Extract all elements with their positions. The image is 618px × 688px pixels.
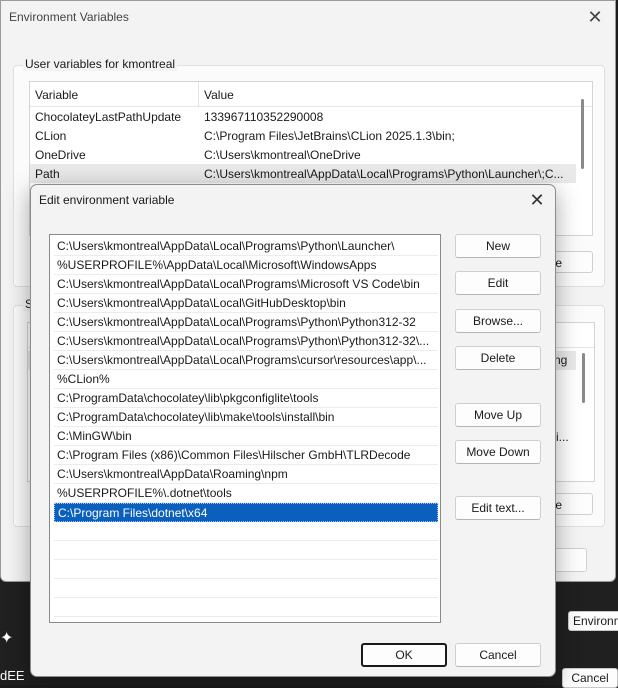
column-divider bbox=[198, 82, 199, 106]
edit-button[interactable]: Edit bbox=[455, 271, 541, 295]
path-text: C:\Users\kmontreal\AppData\Local\Program… bbox=[57, 239, 395, 253]
table-header: Variable Value bbox=[30, 82, 592, 107]
user-variables-scrollbar[interactable] bbox=[581, 99, 584, 169]
variable-value: 133967110352290008 bbox=[204, 110, 324, 124]
background-environment-button[interactable]: Environm bbox=[568, 611, 618, 631]
variable-name: Path bbox=[35, 167, 60, 181]
path-text: C:\ProgramData\chocolatey\lib\make\tools… bbox=[57, 410, 335, 424]
system-variables-scrollbar[interactable] bbox=[582, 353, 585, 403]
path-text: C:\Users\kmontreal\AppData\Local\GitHubD… bbox=[57, 296, 346, 310]
table-row[interactable]: CLion C:\Program Files\JetBrains\CLion 2… bbox=[30, 126, 576, 145]
path-list[interactable]: C:\Users\kmontreal\AppData\Local\Program… bbox=[49, 234, 441, 623]
column-header-value[interactable]: Value bbox=[204, 88, 234, 102]
path-item[interactable]: %USERPROFILE%\.dotnet\tools bbox=[54, 484, 438, 503]
value-fragment: ng bbox=[554, 353, 568, 367]
path-text: C:\ProgramData\chocolatey\lib\pkgconfigl… bbox=[57, 391, 319, 405]
path-text: %USERPROFILE%\AppData\Local\Microsoft\Wi… bbox=[57, 258, 377, 272]
user-variables-label: User variables for kmontreal bbox=[23, 57, 178, 71]
path-text: C:\Program Files\dotnet\x64 bbox=[58, 506, 208, 520]
path-item[interactable]: C:\Users\kmontreal\AppData\Local\Program… bbox=[54, 332, 438, 351]
move-up-button[interactable]: Move Up bbox=[455, 403, 541, 427]
new-button[interactable]: New bbox=[455, 234, 541, 258]
empty-row[interactable] bbox=[54, 541, 438, 560]
sparkle-icon: ✦ bbox=[0, 630, 14, 647]
path-item[interactable]: C:\ProgramData\chocolatey\lib\pkgconfigl… bbox=[54, 389, 438, 408]
path-text: C:\Program Files (x86)\Common Files\Hils… bbox=[57, 448, 411, 462]
ok-button[interactable]: OK bbox=[361, 643, 447, 667]
empty-row[interactable] bbox=[54, 598, 438, 617]
path-text: C:\Users\kmontreal\AppData\Local\Program… bbox=[57, 353, 427, 367]
column-header-variable[interactable]: Variable bbox=[35, 88, 78, 102]
path-text: C:\Users\kmontreal\AppData\Local\Program… bbox=[57, 277, 420, 291]
path-item[interactable]: C:\MinGW\bin bbox=[54, 427, 438, 446]
path-text: C:\Users\kmontreal\AppData\Local\Program… bbox=[57, 315, 416, 329]
browse-button[interactable]: Browse... bbox=[455, 309, 541, 333]
path-item-selected[interactable]: C:\Program Files\dotnet\x64 bbox=[54, 503, 438, 522]
background-text: dEE bbox=[0, 668, 25, 683]
table-row-selected[interactable]: Path C:\Users\kmontreal\AppData\Local\Pr… bbox=[30, 164, 576, 183]
user-delete-button[interactable]: te bbox=[553, 251, 593, 273]
path-item[interactable]: C:\Users\kmontreal\AppData\Local\GitHubD… bbox=[54, 294, 438, 313]
path-text: %USERPROFILE%\.dotnet\tools bbox=[57, 486, 232, 500]
table-row[interactable]: ChocolateyLastPathUpdate 133967110352290… bbox=[30, 107, 576, 126]
empty-row[interactable] bbox=[54, 522, 438, 541]
move-down-button[interactable]: Move Down bbox=[455, 440, 541, 464]
variable-value: C:\Program Files\JetBrains\CLion 2025.1.… bbox=[204, 129, 455, 143]
path-item[interactable]: C:\Users\kmontreal\AppData\Local\Program… bbox=[54, 275, 438, 294]
path-text: C:\Users\kmontreal\AppData\Local\Program… bbox=[57, 334, 430, 348]
path-text: %CLion% bbox=[57, 372, 110, 386]
path-item[interactable]: C:\Users\kmontreal\AppData\Local\Program… bbox=[54, 351, 438, 370]
empty-row[interactable] bbox=[54, 560, 438, 579]
path-item[interactable]: C:\Users\kmontreal\AppData\Local\Program… bbox=[54, 237, 438, 256]
edit-text-button[interactable]: Edit text... bbox=[455, 496, 541, 520]
path-text: C:\Users\kmontreal\AppData\Roaming\npm bbox=[57, 467, 288, 481]
variable-value: C:\Users\kmontreal\AppData\Local\Program… bbox=[204, 167, 564, 181]
system-delete-button[interactable]: te bbox=[553, 493, 593, 515]
variable-name: ChocolateyLastPathUpdate bbox=[35, 110, 182, 124]
variable-name: CLion bbox=[35, 129, 67, 143]
path-item[interactable]: C:\Program Files (x86)\Common Files\Hils… bbox=[54, 446, 438, 465]
path-item[interactable]: C:\Users\kmontreal\AppData\Local\Program… bbox=[54, 313, 438, 332]
delete-button[interactable]: Delete bbox=[455, 346, 541, 370]
cancel-button[interactable]: Cancel bbox=[455, 643, 541, 667]
variable-value: C:\Users\kmontreal\OneDrive bbox=[204, 148, 361, 162]
variable-name: OneDrive bbox=[35, 148, 86, 162]
background-cancel-button[interactable]: Cancel bbox=[562, 668, 618, 688]
edit-environment-variable-dialog: Edit environment variable ✕ C:\Users\kmo… bbox=[30, 184, 556, 677]
path-item[interactable]: %USERPROFILE%\AppData\Local\Microsoft\Wi… bbox=[54, 256, 438, 275]
value-fragment: i... bbox=[556, 430, 569, 444]
close-icon[interactable]: ✕ bbox=[583, 5, 607, 29]
dialog-title: Edit environment variable bbox=[39, 193, 175, 207]
table-row[interactable]: OneDrive C:\Users\kmontreal\OneDrive bbox=[30, 145, 576, 164]
path-item[interactable]: C:\ProgramData\chocolatey\lib\make\tools… bbox=[54, 408, 438, 427]
empty-row[interactable] bbox=[54, 579, 438, 598]
close-icon[interactable]: ✕ bbox=[525, 188, 549, 212]
path-item[interactable]: C:\Users\kmontreal\AppData\Roaming\npm bbox=[54, 465, 438, 484]
path-item[interactable]: %CLion% bbox=[54, 370, 438, 389]
path-text: C:\MinGW\bin bbox=[57, 429, 132, 443]
window-title: Environment Variables bbox=[9, 10, 129, 24]
